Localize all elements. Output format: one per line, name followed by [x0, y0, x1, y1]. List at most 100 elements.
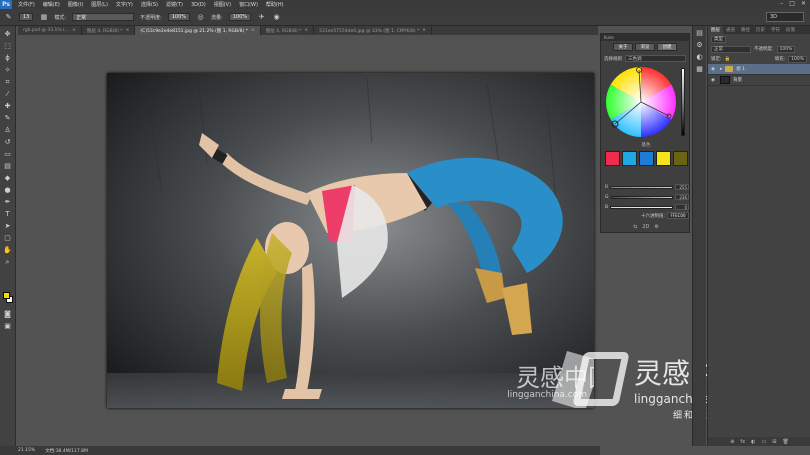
pressure-opacity-icon[interactable]: ◎ — [196, 13, 205, 22]
b-slider[interactable] — [610, 205, 673, 209]
swatch-3[interactable] — [639, 151, 654, 166]
close-icon[interactable]: × — [72, 28, 76, 33]
tab-browse[interactable]: 浏览 — [635, 43, 655, 51]
zoom-tool-icon[interactable]: ⌕ — [3, 257, 13, 267]
eraser-tool-icon[interactable]: ▭ — [3, 149, 13, 159]
swap-icon[interactable]: ⇆ — [633, 224, 637, 230]
tab-create[interactable]: 创建 — [657, 43, 677, 51]
layer-opacity-field[interactable]: 100% — [776, 45, 796, 53]
lock-icon[interactable]: 🔒 — [725, 57, 731, 62]
hex-value-field[interactable]: FFEC00 — [667, 212, 689, 219]
hand-tool-icon[interactable]: ✋ — [3, 245, 13, 255]
color-wheel[interactable] — [605, 66, 677, 138]
move-tool-icon[interactable]: ✥ — [3, 29, 13, 39]
b-value[interactable]: 0 — [675, 204, 689, 210]
lasso-tool-icon[interactable]: ϕ — [3, 53, 13, 63]
screen-mode-icon[interactable]: ▣ — [3, 321, 13, 331]
g-slider[interactable] — [610, 195, 673, 199]
doc-tab[interactable]: 531ee57554de0.jpg @ 33% (图 1, CMYK/8) * × — [314, 26, 433, 35]
fill-field[interactable]: 100% — [788, 55, 807, 63]
brush-panel-icon[interactable]: ▦ — [39, 13, 48, 22]
crop-tool-icon[interactable]: ⌗ — [3, 77, 13, 87]
airbrush-icon[interactable]: ✈ — [257, 13, 266, 22]
tab-character[interactable]: 字符 — [768, 26, 783, 34]
swatches-panel-icon[interactable]: ▦ — [695, 64, 705, 74]
menu-layer[interactable]: 图层(L) — [87, 1, 112, 8]
2d-icon[interactable]: 2D — [642, 224, 649, 230]
gradient-tool-icon[interactable]: ▤ — [3, 161, 13, 171]
mask-icon[interactable]: ▭ — [762, 439, 767, 445]
menu-3d[interactable]: 3D(D) — [187, 2, 210, 8]
tab-layers[interactable]: 图层 — [708, 26, 723, 34]
pressure-size-icon[interactable]: ◉ — [272, 13, 281, 22]
menu-select[interactable]: 选择(S) — [137, 1, 162, 8]
foreground-color-swatch[interactable] — [3, 292, 10, 299]
expand-arrow-icon[interactable]: ▸ — [720, 67, 722, 72]
close-icon[interactable]: × — [251, 28, 255, 33]
maximize-button[interactable]: □ — [789, 0, 795, 7]
blend-mode-select[interactable]: 正常 — [711, 45, 751, 53]
doc-tab[interactable]: 图层 4, RGB/8) * × — [261, 26, 315, 35]
new-layer-icon[interactable]: ⊞ — [772, 439, 776, 445]
menu-image[interactable]: 图像(I) — [64, 1, 87, 8]
trash-icon[interactable]: 🗑 — [782, 439, 788, 445]
eye-icon[interactable]: ◉ — [711, 78, 717, 83]
swatch-1[interactable] — [605, 151, 620, 166]
doc-tab-active[interactable]: (C)53c9e2e4e8151.jpg @ 21.2% (图 1, RGB/8… — [135, 26, 261, 35]
swatch-5[interactable] — [673, 151, 688, 166]
r-value[interactable]: 255 — [675, 184, 689, 190]
workspace-select[interactable]: 3D — [766, 12, 804, 22]
close-icon[interactable]: × — [126, 28, 130, 33]
minimize-button[interactable]: – — [780, 0, 783, 7]
type-tool-icon[interactable]: T — [3, 209, 13, 219]
color-panel-icon[interactable]: ◐ — [695, 52, 705, 62]
fx-icon[interactable]: fx — [740, 439, 745, 445]
tab-about[interactable]: 关于 — [613, 43, 633, 51]
menu-filter[interactable]: 滤镜(T) — [162, 1, 187, 8]
tab-history[interactable]: 历史 — [753, 26, 768, 34]
swatch-4[interactable] — [656, 151, 671, 166]
brush-size-picker[interactable]: 13 — [19, 13, 34, 21]
adjustment-layer-icon[interactable]: ◐ — [751, 439, 755, 445]
document-canvas[interactable]: 灵感中国 lingganchina.com — [107, 73, 594, 408]
healing-tool-icon[interactable]: ✚ — [3, 101, 13, 111]
path-select-tool-icon[interactable]: ➤ — [3, 221, 13, 231]
history-panel-icon[interactable]: ▤ — [695, 28, 705, 38]
menu-type[interactable]: 文字(Y) — [112, 1, 137, 8]
menu-help[interactable]: 帮助(H) — [262, 1, 288, 8]
flow-field[interactable]: 100% — [228, 13, 252, 21]
menu-window[interactable]: 窗口(W) — [235, 1, 262, 8]
close-icon[interactable]: × — [304, 28, 308, 33]
layer-background[interactable]: ◉ 背景 — [708, 75, 810, 86]
blur-tool-icon[interactable]: ◆ — [3, 173, 13, 183]
marquee-tool-icon[interactable]: ⬚ — [3, 41, 13, 51]
tab-channels[interactable]: 通道 — [723, 26, 738, 34]
brush-tool-icon[interactable]: ✎ — [3, 113, 13, 123]
mode-select[interactable]: 正常 — [72, 13, 135, 21]
swatch-2[interactable] — [622, 151, 637, 166]
quick-mask-icon[interactable]: ◙ — [3, 309, 13, 319]
history-brush-tool-icon[interactable]: ↺ — [3, 137, 13, 147]
brightness-slider[interactable] — [681, 68, 685, 136]
opacity-field[interactable]: 100% — [167, 13, 191, 21]
menu-file[interactable]: 文件(F) — [14, 1, 39, 8]
rule-select[interactable]: 三色调 — [625, 55, 686, 62]
g-value[interactable]: 236 — [675, 194, 689, 200]
shape-tool-icon[interactable]: ▢ — [3, 233, 13, 243]
r-slider[interactable] — [610, 185, 673, 189]
tab-paragraph[interactable]: 段落 — [783, 26, 798, 34]
layer-group[interactable]: ◉ ▸ 组 1 — [708, 64, 810, 75]
pen-tool-icon[interactable]: ✒ — [3, 197, 13, 207]
settings-icon[interactable]: ⚙ — [654, 224, 658, 230]
menu-edit[interactable]: 编辑(E) — [39, 1, 64, 8]
menu-view[interactable]: 视图(V) — [210, 1, 235, 8]
close-icon[interactable]: × — [422, 28, 426, 33]
tab-paths[interactable]: 路径 — [738, 26, 753, 34]
properties-panel-icon[interactable]: ⚙ — [695, 40, 705, 50]
eye-icon[interactable]: ◉ — [711, 67, 717, 72]
layer-kind-select[interactable]: 类型 — [711, 35, 726, 43]
eyedropper-tool-icon[interactable]: ⁄ — [3, 89, 13, 99]
doc-tab[interactable]: rgb.psd @ 33.1% (... × — [18, 26, 82, 35]
link-layers-icon[interactable]: ⊕ — [730, 439, 734, 445]
zoom-level[interactable]: 21.15% — [18, 448, 35, 453]
